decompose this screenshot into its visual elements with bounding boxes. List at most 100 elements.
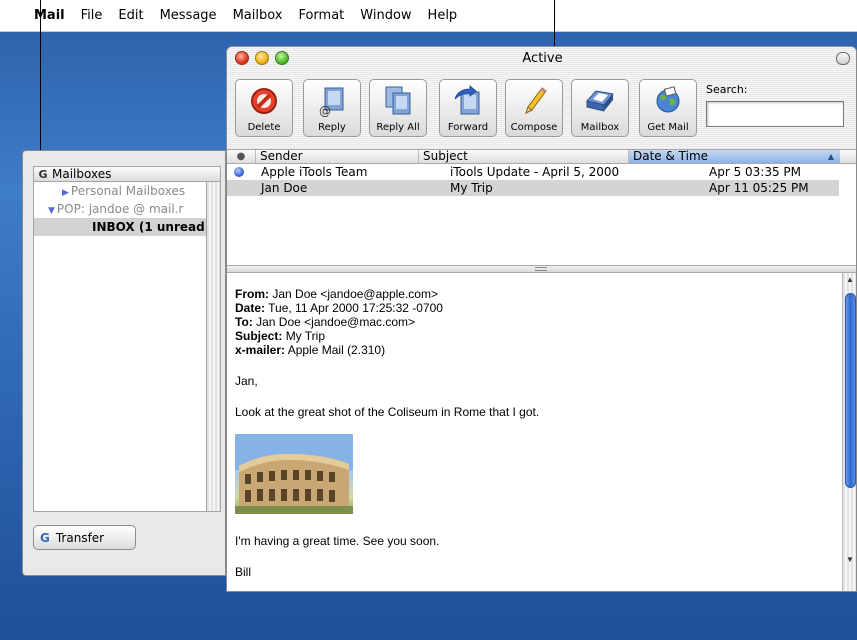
message-date: Apr 5 03:35 PM	[709, 165, 802, 179]
globe-icon	[651, 84, 685, 118]
sort-ascending-icon: ▲	[827, 152, 834, 161]
callout-line	[40, 0, 41, 172]
menu-help[interactable]: Help	[420, 8, 466, 23]
message-body-line: Look at the great shot of the Coliseum i…	[235, 405, 540, 419]
menu-bar: Mail File Edit Message Mailbox Format Wi…	[0, 0, 857, 32]
mailbox-drawer: G Mailboxes ▶ Personal Mailboxes ▼ POP: ja…	[22, 150, 226, 576]
to-value: Jan Doe <jandoe@mac.com>	[256, 315, 416, 329]
scroll-down-icon[interactable]: ▼	[846, 555, 854, 564]
header-from: From: Jan Doe <jandoe@apple.com>	[235, 287, 842, 301]
message-list: Apple iTools Team iTools Update - April …	[227, 164, 856, 265]
message-sender: Apple iTools Team	[261, 165, 368, 179]
mail-window: Active Delete @ Reply Reply All Forward …	[226, 46, 857, 592]
zoom-window-button[interactable]	[275, 51, 289, 65]
scroll-up-icon[interactable]: ▲	[846, 275, 854, 284]
to-label: To:	[235, 315, 253, 329]
menu-app-mail[interactable]: Mail	[0, 8, 73, 23]
compose-button[interactable]: Compose	[505, 79, 563, 137]
forward-button[interactable]: Forward	[439, 79, 497, 137]
from-label: From:	[235, 287, 269, 301]
message-row[interactable]: Apple iTools Team iTools Update - April …	[227, 164, 839, 180]
mailbox-inbox[interactable]: INBOX (1 unread)	[34, 218, 206, 236]
coliseum-photo	[235, 434, 353, 514]
search-input[interactable]	[706, 101, 844, 127]
reply-icon: @	[315, 84, 349, 118]
mailboxes-header[interactable]: G Mailboxes	[33, 166, 221, 182]
xmailer-value: Apple Mail (2.310)	[287, 343, 386, 357]
reply-label: Reply	[318, 122, 346, 133]
transfer-icon: G	[40, 530, 50, 545]
header-to: To: Jan Doe <jandoe@mac.com>	[235, 315, 842, 329]
mailboxes-icon: G	[38, 167, 48, 181]
subject-value: My Trip	[285, 329, 326, 343]
header-subject: Subject: My Trip	[235, 329, 842, 343]
reply-all-button[interactable]: Reply All	[369, 79, 427, 137]
header-xmailer: x-mailer: Apple Mail (2.310)	[235, 343, 842, 357]
mailbox-label: POP: jandoe @ mail.r	[56, 202, 184, 216]
sender-column-header[interactable]: Sender	[255, 150, 418, 163]
message-greeting: Jan,	[235, 374, 258, 388]
pencil-icon	[517, 84, 551, 118]
message-scrollbar[interactable]: ▲ ▼	[842, 273, 856, 591]
transfer-button[interactable]: G Transfer	[33, 525, 136, 550]
date-value: Tue, 11 Apr 2000 17:25:32 -0700	[268, 301, 443, 315]
delete-button[interactable]: Delete	[235, 79, 293, 137]
delete-label: Delete	[247, 122, 281, 133]
menu-format[interactable]: Format	[290, 8, 352, 23]
message-date: Apr 11 05:25 PM	[709, 181, 809, 195]
splitter-grip-icon	[535, 267, 547, 271]
toolbar-toggle-button[interactable]	[836, 52, 850, 65]
minimize-window-button[interactable]	[255, 51, 269, 65]
menu-message[interactable]: Message	[152, 8, 225, 23]
drawer-scrollbar[interactable]	[207, 182, 221, 512]
reply-button[interactable]: @ Reply	[303, 79, 361, 137]
message-row-selected[interactable]: Jan Doe My Trip Apr 11 05:25 PM	[227, 180, 839, 196]
date-column-label: Date & Time	[633, 149, 709, 163]
window-title: Active	[522, 50, 563, 66]
xmailer-label: x-mailer:	[235, 343, 286, 357]
message-signature: Bill	[235, 565, 252, 579]
toolbar: Delete @ Reply Reply All Forward Compose…	[227, 69, 856, 149]
delete-icon	[247, 84, 281, 118]
mailbox-label: Personal Mailboxes	[70, 184, 186, 198]
mailbox-label: INBOX (1 unread)	[92, 220, 207, 234]
mailbox-button[interactable]: Mailbox	[571, 79, 629, 137]
message-list-header: ● Sender Subject Date & Time ▲	[227, 149, 856, 164]
forward-icon	[451, 84, 485, 118]
scroll-thumb[interactable]	[845, 293, 856, 488]
reply-all-label: Reply All	[376, 122, 420, 133]
status-column-header[interactable]: ●	[227, 150, 255, 163]
mailbox-tray-icon	[583, 84, 617, 118]
menu-mailbox[interactable]: Mailbox	[225, 8, 291, 23]
title-bar[interactable]: Active	[227, 47, 856, 69]
compose-label: Compose	[510, 122, 558, 133]
svg-text:@: @	[319, 104, 331, 117]
message-subject: iTools Update - April 5, 2000	[450, 165, 620, 179]
mailbox-list: ▶ Personal Mailboxes ▼ POP: jandoe @ mail.…	[33, 182, 207, 512]
mailboxes-header-label: Mailboxes	[52, 167, 112, 181]
mailbox-label: Mailbox	[580, 122, 620, 133]
search-label: Search:	[706, 83, 748, 96]
mailbox-personal[interactable]: ▶ Personal Mailboxes	[34, 182, 206, 200]
pane-splitter[interactable]	[227, 265, 856, 273]
reply-all-icon	[381, 84, 415, 118]
date-label: Date:	[235, 301, 266, 315]
message-subject: My Trip	[450, 181, 493, 195]
menu-window[interactable]: Window	[352, 8, 419, 23]
message-view: From: Jan Doe <jandoe@apple.com> Date: T…	[227, 273, 842, 591]
disclosure-down-icon[interactable]: ▼	[48, 202, 55, 220]
transfer-label: Transfer	[55, 530, 105, 545]
get-mail-label: Get Mail	[647, 122, 689, 133]
subject-label: Subject:	[235, 329, 283, 343]
from-value: Jan Doe <jandoe@apple.com>	[272, 287, 438, 301]
menu-file[interactable]: File	[73, 8, 111, 23]
close-window-button[interactable]	[235, 51, 249, 65]
date-column-header[interactable]: Date & Time ▲	[628, 150, 840, 163]
get-mail-button[interactable]: Get Mail	[639, 79, 697, 137]
mailbox-pop-account[interactable]: ▼ POP: jandoe @ mail.r	[34, 200, 206, 218]
menu-edit[interactable]: Edit	[110, 8, 151, 23]
message-body-line: I'm having a great time. See you soon.	[235, 534, 440, 548]
message-sender: Jan Doe	[261, 181, 308, 195]
unread-dot-icon	[234, 167, 244, 177]
subject-column-header[interactable]: Subject	[418, 150, 628, 163]
